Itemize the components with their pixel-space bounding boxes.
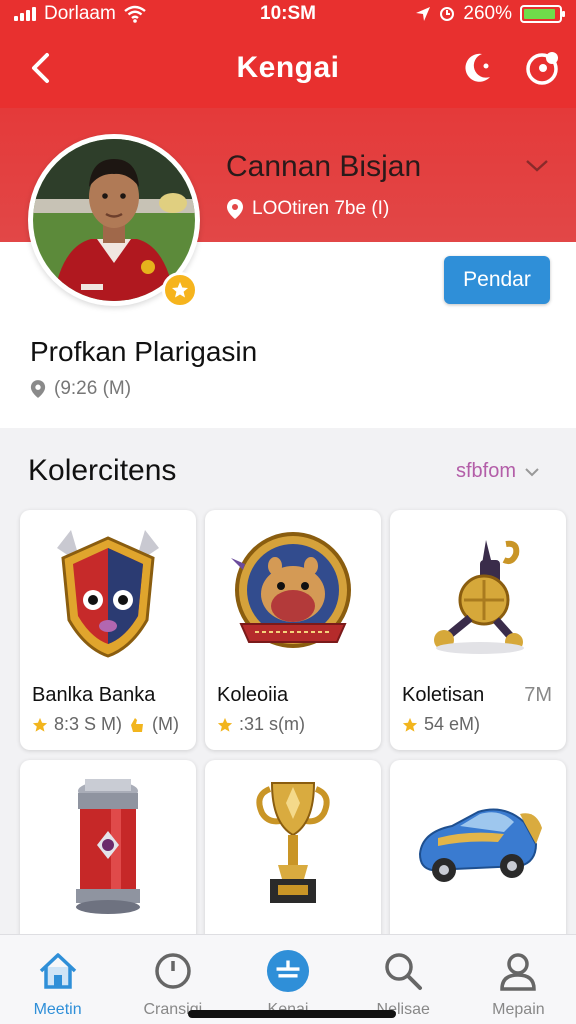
collection-card[interactable] [390,760,566,950]
add-circle-icon [266,949,310,993]
profile-meta: (9:26 (M) [30,378,131,400]
star-badge-icon [162,272,198,308]
battery-icon [520,5,565,23]
card-stats-text: 54 eM) [424,714,481,734]
red-canister-icon [20,760,196,928]
status-left: Dorlaam [14,3,214,25]
collections-title: Kolercitens [28,454,177,487]
wifi-icon [124,5,146,23]
follow-button[interactable]: Pendar [444,256,550,304]
tab-label: Meetin [33,1001,82,1018]
card-title: Banlka Banka [32,684,156,706]
signal-icon [14,7,36,21]
collection-card[interactable]: Banlka Banka 8:3 S M) (M) [20,510,196,750]
star-icon [402,717,418,732]
star-icon [217,717,233,732]
home-icon [36,949,80,993]
collection-card[interactable] [205,760,381,950]
profile-subtitle: Profkan Plarigasin [30,336,258,367]
card-stats: 54 eM) [402,714,480,735]
tab-profile[interactable]: Mepain [461,935,576,1024]
tab-label: Mepain [492,1001,545,1018]
tab-home[interactable]: Meetin [0,935,115,1024]
toy-car-icon [390,760,566,928]
moon-icon [465,53,490,82]
card-stats-text: 8:3 S M) [54,714,123,734]
collection-card[interactable] [20,760,196,950]
notification-icon [526,52,558,85]
alarm-icon [440,7,455,21]
status-right: 260% [415,3,565,25]
profile-name: Cannan Bisjan [226,150,422,183]
chevron-down-icon [525,467,539,476]
card-stats-text: :31 s(m) [239,714,306,734]
notifications-button[interactable] [522,48,562,88]
battery-level [524,9,555,19]
card-stats: 8:3 S M) (M) [32,714,179,735]
theme-button[interactable] [456,48,496,88]
profile-screen: Dorlaam 10:SM 260% Kengai Cannan Bisjan … [0,0,576,1024]
profile-location-text: LOOtiren 7be (I) [252,198,390,219]
chevron-down-icon[interactable] [524,158,550,174]
collections-filter-label: sfbfom [456,460,517,482]
search-icon [381,949,425,993]
card-side-value: 7M [524,684,552,706]
profile-meta-text: (9:26 (M) [54,378,132,399]
collection-card[interactable]: Koleoiia :31 s(m) [205,510,381,750]
collection-card[interactable]: Koletisan 7M 54 eM) [390,510,566,750]
battery-percent: 260% [463,3,512,24]
profile-location: LOOtiren 7be (I) [226,198,389,220]
status-bar: Dorlaam 10:SM 260% [0,0,576,28]
home-indicator[interactable] [188,1010,396,1018]
creature-badge-icon [205,510,381,678]
collections-filter[interactable]: sfbfom [456,460,540,483]
location-pin-icon [227,199,243,219]
profile-icon [496,949,540,993]
clock-icon [151,949,195,993]
card-extra: (M) [152,714,180,734]
card-title: Koletisan [402,684,485,706]
mask-shield-icon [20,510,196,678]
star-icon [32,717,48,732]
golden-trophy-robot-icon [390,510,566,678]
location-icon [416,7,431,21]
card-stats: :31 s(m) [217,714,305,735]
location-pin-icon [30,380,46,398]
golden-cup-icon [205,760,381,928]
back-button[interactable] [22,50,58,86]
nav-bar: Kengai [0,28,576,108]
back-chevron-icon [32,53,49,83]
card-title: Koleoiia [217,684,289,706]
like-icon [131,717,144,732]
carrier-name: Dorlaam [44,3,116,24]
